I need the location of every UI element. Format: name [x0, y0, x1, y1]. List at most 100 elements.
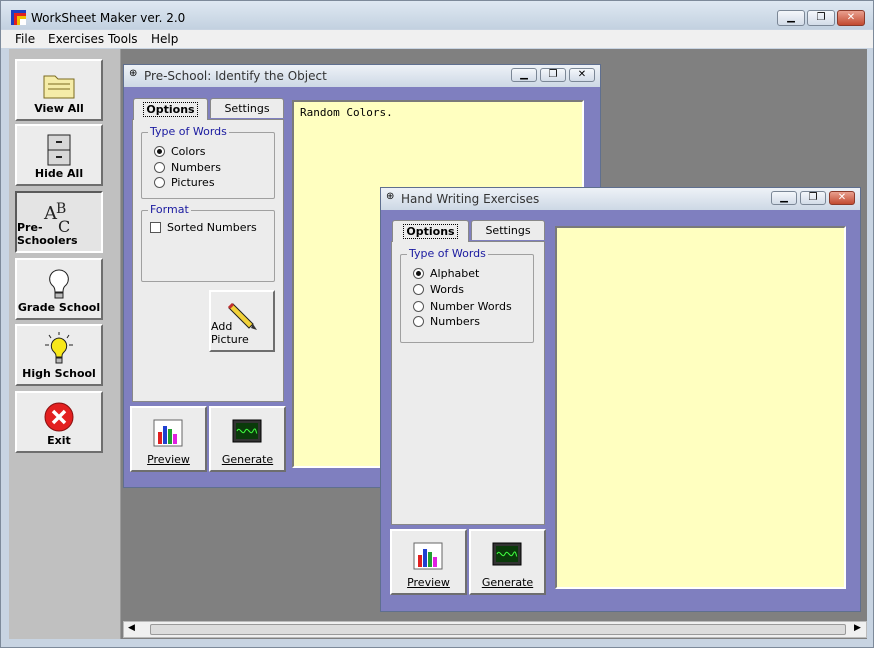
- hide-all-button[interactable]: Hide All: [15, 124, 103, 186]
- pencil-icon: [227, 302, 257, 330]
- cabinet-icon: [47, 134, 71, 166]
- close-button[interactable]: ✕: [837, 10, 865, 26]
- grade-school-button[interactable]: Grade School: [15, 258, 103, 320]
- preschool-options-panel: Type of Words Colors Numbers Pictures Fo…: [132, 119, 284, 402]
- handwriting-tab-options[interactable]: Options: [392, 220, 469, 242]
- tab-label: Settings: [224, 102, 270, 115]
- bar-chart-icon: [153, 419, 183, 447]
- radio-dot: [413, 284, 424, 295]
- exit-button[interactable]: Exit: [15, 391, 103, 453]
- title-bar[interactable]: WorkSheet Maker ver. 2.0 ▁ ❐ ✕: [1, 1, 873, 29]
- generate-label: Generate: [221, 453, 274, 466]
- close-icon: ✕: [846, 12, 856, 23]
- preschool-minimize-button[interactable]: ▁: [511, 68, 537, 82]
- handwriting-title-bar[interactable]: ⊕ Hand Writing Exercises ▁ ❐ ✕: [381, 188, 860, 210]
- radio-dot: [154, 162, 165, 173]
- view-all-label: View All: [34, 102, 84, 115]
- tab-label: Options: [403, 224, 458, 239]
- checkbox-label: Sorted Numbers: [167, 221, 257, 234]
- add-picture-button[interactable]: Add Picture: [209, 290, 275, 352]
- radio-pictures[interactable]: Pictures: [154, 176, 215, 189]
- menu-file[interactable]: File: [15, 32, 35, 46]
- restore-icon: ❐: [816, 12, 826, 23]
- high-school-label: High School: [22, 367, 96, 380]
- preschool-format-group: Format Sorted Numbers: [141, 203, 275, 282]
- minimize-icon: ▁: [780, 192, 788, 203]
- scroll-right-icon[interactable]: ▶: [854, 623, 861, 633]
- radio-label: Number Words: [430, 300, 512, 313]
- radio-dot: [413, 301, 424, 312]
- radio-numbers[interactable]: Numbers: [413, 315, 480, 328]
- radio-dot: [154, 146, 165, 157]
- scroll-left-icon[interactable]: ◀: [128, 623, 135, 633]
- minimize-button[interactable]: ▁: [777, 10, 805, 26]
- menu-tools[interactable]: Tools: [108, 32, 138, 46]
- radio-numbers[interactable]: Numbers: [154, 161, 221, 174]
- handwriting-minimize-button[interactable]: ▁: [771, 191, 797, 205]
- tab-label: Settings: [485, 224, 531, 237]
- bar-chart-icon: [413, 542, 443, 570]
- oscilloscope-icon: [492, 542, 522, 566]
- app-window: WorkSheet Maker ver. 2.0 ▁ ❐ ✕ File Exer…: [0, 0, 874, 648]
- pin-icon: ⊕: [386, 191, 395, 202]
- radio-dot: [413, 268, 424, 279]
- group-legend: Type of Words: [148, 125, 229, 138]
- restore-icon: ❐: [548, 69, 558, 80]
- radio-dot: [413, 316, 424, 327]
- folder-icon: [43, 75, 75, 99]
- pre-schoolers-button[interactable]: A B C Pre-Schoolers: [15, 191, 103, 253]
- handwriting-title: Hand Writing Exercises: [401, 192, 540, 206]
- menu-help[interactable]: Help: [151, 32, 178, 46]
- radio-number-words[interactable]: Number Words: [413, 300, 512, 313]
- preschool-restore-button[interactable]: ❐: [540, 68, 566, 82]
- minimize-icon: ▁: [787, 12, 795, 23]
- close-icon: ✕: [577, 69, 587, 80]
- preschool-preview-button[interactable]: Preview: [130, 406, 207, 472]
- generate-label: Generate: [481, 576, 534, 589]
- radio-alphabet[interactable]: Alphabet: [413, 267, 479, 280]
- restore-button[interactable]: ❐: [807, 10, 835, 26]
- workspace-horizontal-scrollbar[interactable]: ◀ ▶: [123, 621, 867, 638]
- preschool-tab-settings[interactable]: Settings: [210, 98, 284, 118]
- handwriting-window: ⊕ Hand Writing Exercises ▁ ❐ ✕ Options S…: [380, 187, 861, 612]
- handwriting-text-area[interactable]: [555, 226, 846, 589]
- grade-school-label: Grade School: [17, 301, 101, 314]
- radio-colors[interactable]: Colors: [154, 145, 205, 158]
- lightbulb-off-icon: [49, 269, 69, 299]
- radio-label: Pictures: [171, 176, 215, 189]
- high-school-button[interactable]: High School: [15, 324, 103, 386]
- group-legend: Format: [148, 203, 191, 216]
- preschool-title-bar[interactable]: ⊕ Pre-School: Identify the Object ▁ ❐ ✕: [124, 65, 600, 87]
- handwriting-preview-button[interactable]: Preview: [390, 529, 467, 595]
- menu-exercises[interactable]: Exercises: [48, 32, 104, 46]
- handwriting-tab-settings[interactable]: Settings: [471, 220, 545, 240]
- radio-label: Numbers: [430, 315, 480, 328]
- exit-icon: [44, 402, 74, 432]
- abc-blocks-icon: A B C: [43, 201, 70, 235]
- handwriting-restore-button[interactable]: ❐: [800, 191, 826, 205]
- radio-words[interactable]: Words: [413, 283, 464, 296]
- preschool-close-button[interactable]: ✕: [569, 68, 595, 82]
- lightbulb-on-icon: [45, 332, 73, 364]
- radio-label: Numbers: [171, 161, 221, 174]
- minimize-icon: ▁: [520, 69, 528, 80]
- preview-label: Preview: [147, 453, 190, 466]
- oscilloscope-icon: [232, 419, 262, 443]
- handwriting-type-group: Type of Words Alphabet Words Number Word…: [400, 247, 534, 343]
- handwriting-options-panel: Type of Words Alphabet Words Number Word…: [391, 241, 545, 525]
- svg-text:B: B: [56, 201, 66, 217]
- scroll-thumb[interactable]: [150, 624, 846, 635]
- restore-icon: ❐: [808, 192, 818, 203]
- checkbox-box: [150, 222, 161, 233]
- handwriting-close-button[interactable]: ✕: [829, 191, 855, 205]
- app-logo-icon: [11, 10, 26, 25]
- tab-label: Options: [143, 102, 198, 117]
- handwriting-generate-button[interactable]: Generate: [469, 529, 546, 595]
- preschool-generate-button[interactable]: Generate: [209, 406, 286, 472]
- preschool-title: Pre-School: Identify the Object: [144, 69, 327, 83]
- close-icon: ✕: [837, 192, 847, 203]
- view-all-button[interactable]: View All: [15, 59, 103, 121]
- sorted-numbers-checkbox[interactable]: Sorted Numbers: [150, 221, 257, 234]
- preschool-tab-options[interactable]: Options: [133, 98, 208, 120]
- preview-label: Preview: [407, 576, 450, 589]
